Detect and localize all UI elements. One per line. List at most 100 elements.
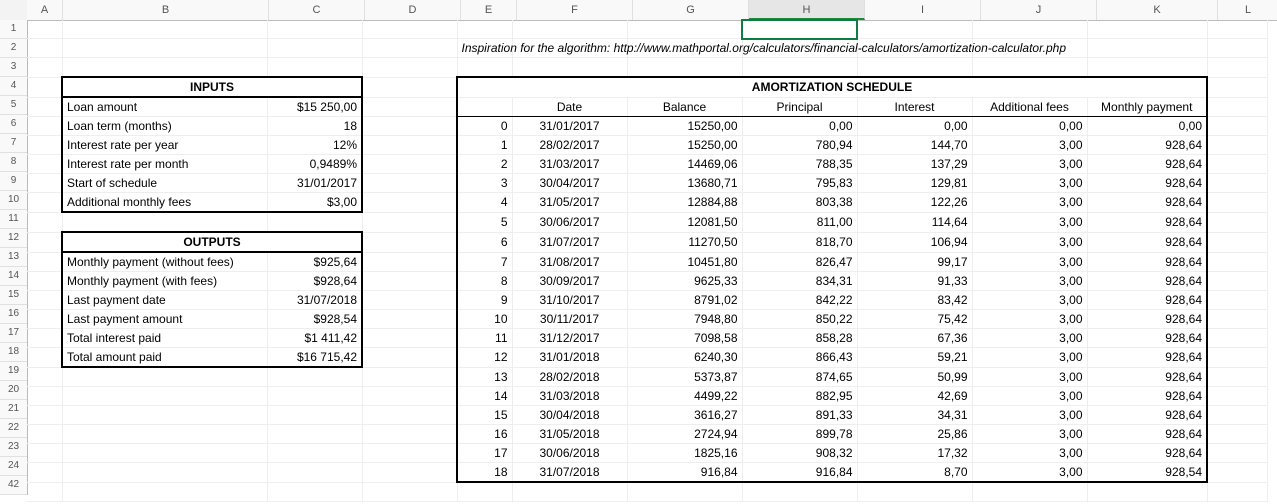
cell-I13[interactable]: 99,17 (857, 252, 972, 272)
cell-D22[interactable] (362, 425, 457, 444)
cell-B42[interactable] (62, 482, 267, 502)
cell-F10[interactable]: 31/05/2017 (512, 193, 627, 213)
column-header-E[interactable]: E (461, 0, 517, 20)
cell-A23[interactable] (27, 444, 62, 463)
column-header-C[interactable]: C (269, 0, 365, 20)
cell-F5[interactable]: Date (512, 97, 627, 117)
cell-H6[interactable]: 0,00 (742, 117, 857, 136)
cell-J7[interactable]: 3,00 (972, 136, 1087, 155)
cell-A13[interactable] (27, 252, 62, 272)
cell-F1[interactable] (512, 20, 627, 39)
cell-I12[interactable]: 106,94 (857, 232, 972, 252)
cell-A7[interactable] (27, 136, 62, 155)
cell-E2[interactable]: Inspiration for the algorithm: http://ww… (457, 39, 512, 58)
cell-I16[interactable]: 75,42 (857, 310, 972, 329)
cell-G12[interactable]: 11270,50 (627, 232, 742, 252)
cell-I1[interactable] (857, 20, 972, 39)
row-header-7[interactable]: 7 (0, 134, 27, 153)
cell-J21[interactable]: 3,00 (972, 406, 1087, 425)
cell-D42[interactable] (362, 482, 457, 502)
cell-L16[interactable] (1207, 310, 1267, 329)
cell-C9[interactable]: 31/01/2017 (267, 174, 362, 193)
cell-B22[interactable] (62, 425, 267, 444)
cell-B4[interactable]: INPUTS (62, 77, 362, 97)
cell-A19[interactable] (27, 367, 62, 387)
cell-L17[interactable] (1207, 329, 1267, 348)
cell-G10[interactable]: 12884,88 (627, 193, 742, 213)
cell-D16[interactable] (362, 310, 457, 329)
row-headers[interactable]: 1234567891011121314151617181920212223244… (0, 20, 28, 495)
cell-F11[interactable]: 30/06/2017 (512, 212, 627, 232)
cell-K20[interactable]: 928,64 (1087, 387, 1207, 406)
cell-I11[interactable]: 114,64 (857, 212, 972, 232)
cell-I8[interactable]: 137,29 (857, 155, 972, 174)
cell-F7[interactable]: 28/02/2017 (512, 136, 627, 155)
cell-J5[interactable]: Additional fees (972, 97, 1087, 117)
cell-C11[interactable] (267, 212, 362, 232)
row-header-16[interactable]: 16 (0, 305, 27, 324)
cell-B15[interactable]: Last payment date (62, 291, 267, 310)
cell-G6[interactable]: 15250,00 (627, 117, 742, 136)
cell-E18[interactable]: 12 (457, 348, 512, 368)
cell-L9[interactable] (1207, 174, 1267, 193)
cell-G5[interactable]: Balance (627, 97, 742, 117)
cell-H42[interactable] (742, 482, 857, 502)
cell-L19[interactable] (1207, 367, 1267, 387)
cell-J20[interactable]: 3,00 (972, 387, 1087, 406)
cell-H3[interactable] (742, 58, 857, 78)
column-header-I[interactable]: I (865, 0, 981, 20)
cell-E24[interactable]: 18 (457, 463, 512, 483)
row-header-4[interactable]: 4 (0, 77, 27, 96)
cell-K24[interactable]: 928,54 (1087, 463, 1207, 483)
cell-E5[interactable] (457, 97, 512, 117)
cell-E3[interactable] (457, 58, 512, 78)
cell-K6[interactable]: 0,00 (1087, 117, 1207, 136)
cell-C3[interactable] (267, 58, 362, 78)
row-header-22[interactable]: 22 (0, 419, 27, 438)
cell-A4[interactable] (27, 77, 62, 97)
cell-E6[interactable]: 0 (457, 117, 512, 136)
cell-G11[interactable]: 12081,50 (627, 212, 742, 232)
cell-I6[interactable]: 0,00 (857, 117, 972, 136)
cell-I17[interactable]: 67,36 (857, 329, 972, 348)
cell-A12[interactable] (27, 232, 62, 252)
cell-F21[interactable]: 30/04/2018 (512, 406, 627, 425)
cell-E14[interactable]: 8 (457, 272, 512, 291)
cell-C10[interactable]: $3,00 (267, 193, 362, 213)
row-header-21[interactable]: 21 (0, 400, 27, 419)
row-header-8[interactable]: 8 (0, 153, 27, 172)
cell-B12[interactable]: OUTPUTS (62, 232, 362, 252)
cell-G13[interactable]: 10451,80 (627, 252, 742, 272)
cell-H11[interactable]: 811,00 (742, 212, 857, 232)
cell-K42[interactable] (1087, 482, 1207, 502)
cell-D4[interactable] (362, 77, 457, 97)
cell-K3[interactable] (1087, 58, 1207, 78)
cell-C2[interactable] (267, 39, 362, 58)
cell-J11[interactable]: 3,00 (972, 212, 1087, 232)
cell-I5[interactable]: Interest (857, 97, 972, 117)
cell-A21[interactable] (27, 406, 62, 425)
cell-A15[interactable] (27, 291, 62, 310)
cell-E12[interactable]: 6 (457, 232, 512, 252)
cell-L2[interactable] (1207, 39, 1267, 58)
cell-L24[interactable] (1207, 463, 1267, 483)
cell-K16[interactable]: 928,64 (1087, 310, 1207, 329)
cell-D18[interactable] (362, 348, 457, 368)
cell-L18[interactable] (1207, 348, 1267, 368)
cell-L23[interactable] (1207, 444, 1267, 463)
cell-G16[interactable]: 7948,80 (627, 310, 742, 329)
cell-A14[interactable] (27, 272, 62, 291)
cell-grid[interactable]: Inspiration for the algorithm: http://ww… (27, 20, 1277, 502)
cell-B11[interactable] (62, 212, 267, 232)
cell-L42[interactable] (1207, 482, 1267, 502)
cell-C6[interactable]: 18 (267, 117, 362, 136)
cell-J1[interactable] (972, 20, 1087, 39)
cell-B16[interactable]: Last payment amount (62, 310, 267, 329)
cell-K7[interactable]: 928,64 (1087, 136, 1207, 155)
cell-D10[interactable] (362, 193, 457, 213)
cell-E9[interactable]: 3 (457, 174, 512, 193)
cell-B24[interactable] (62, 463, 267, 483)
cell-I22[interactable]: 25,86 (857, 425, 972, 444)
row-header-42[interactable]: 42 (0, 476, 27, 495)
cell-B5[interactable]: Loan amount (62, 97, 267, 117)
